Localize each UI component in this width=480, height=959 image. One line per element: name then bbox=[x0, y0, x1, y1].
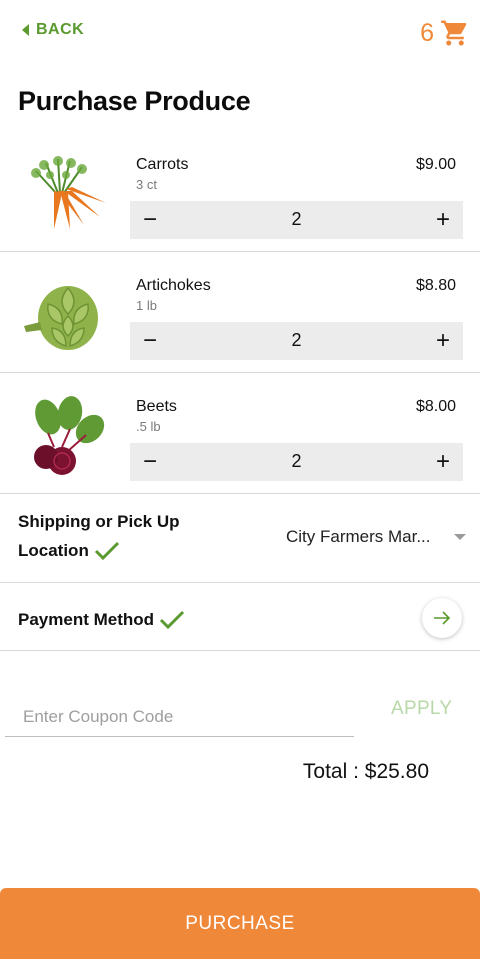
carrots-image bbox=[31, 156, 106, 229]
quantity-stepper: − 2 + bbox=[130, 322, 463, 360]
payment-section: Payment Method bbox=[0, 583, 480, 651]
purchase-button[interactable]: PURCHASE bbox=[0, 888, 480, 959]
checkmark-icon bbox=[94, 541, 119, 561]
shipping-label-line2: Location bbox=[18, 540, 121, 562]
quantity-stepper: − 2 + bbox=[130, 201, 463, 239]
item-name: Carrots bbox=[136, 156, 189, 173]
order-total: Total : $25.80 bbox=[302, 760, 429, 783]
quantity-value: 2 bbox=[291, 209, 302, 229]
shipping-label-text: Location bbox=[18, 541, 89, 560]
quantity-stepper: − 2 + bbox=[130, 443, 463, 481]
coupon-input[interactable] bbox=[5, 697, 354, 737]
increase-button[interactable]: + bbox=[423, 322, 463, 360]
location-selected-value: City Farmers Mar... bbox=[286, 527, 431, 546]
item-unit: 1 lb bbox=[136, 298, 157, 313]
payment-next-button[interactable] bbox=[422, 598, 462, 638]
apply-button[interactable]: APPLY bbox=[391, 698, 452, 720]
back-label: BACK bbox=[36, 21, 85, 38]
list-item: Carrots 3 ct $9.00 − 2 + bbox=[0, 131, 480, 252]
top-bar: BACK 6 bbox=[0, 0, 480, 70]
item-unit: 3 ct bbox=[136, 177, 157, 192]
list-item: Beets .5 lb $8.00 − 2 + bbox=[0, 373, 480, 494]
beets-image bbox=[34, 396, 105, 475]
item-price: $8.80 bbox=[415, 277, 456, 294]
item-name: Artichokes bbox=[136, 277, 211, 294]
arrow-right-icon bbox=[434, 611, 451, 625]
item-unit: .5 lb bbox=[136, 419, 161, 434]
item-name: Beets bbox=[136, 398, 177, 415]
quantity-value: 2 bbox=[291, 451, 302, 471]
location-dropdown[interactable]: City Farmers Mar... bbox=[286, 527, 466, 547]
quantity-value: 2 bbox=[291, 330, 302, 350]
page-title: Purchase Produce bbox=[18, 86, 251, 116]
item-price: $8.00 bbox=[415, 398, 456, 415]
artichoke-image bbox=[24, 286, 98, 350]
shopping-cart-icon bbox=[441, 20, 467, 46]
cart-count: 6 bbox=[420, 18, 434, 47]
shipping-section: Shipping or Pick Up Location City Farmer… bbox=[0, 494, 480, 583]
decrease-button[interactable]: − bbox=[130, 443, 170, 481]
list-item: Artichokes 1 lb $8.80 − 2 + bbox=[0, 252, 480, 373]
back-arrow-icon bbox=[22, 24, 29, 36]
checkmark-icon bbox=[159, 610, 185, 630]
item-price: $9.00 bbox=[415, 156, 456, 173]
increase-button[interactable]: + bbox=[423, 443, 463, 481]
increase-button[interactable]: + bbox=[423, 201, 463, 239]
produce-list: Carrots 3 ct $9.00 − 2 + Artichokes 1 lb… bbox=[0, 131, 480, 494]
chevron-down-icon bbox=[454, 534, 466, 540]
decrease-button[interactable]: − bbox=[130, 201, 170, 239]
back-button[interactable]: BACK bbox=[22, 21, 84, 39]
payment-label-text: Payment Method bbox=[18, 610, 155, 629]
cart-button[interactable]: 6 bbox=[420, 18, 470, 48]
payment-label: Payment Method bbox=[18, 609, 186, 631]
decrease-button[interactable]: − bbox=[130, 322, 170, 360]
shipping-label-line1: Shipping or Pick Up bbox=[18, 512, 180, 531]
